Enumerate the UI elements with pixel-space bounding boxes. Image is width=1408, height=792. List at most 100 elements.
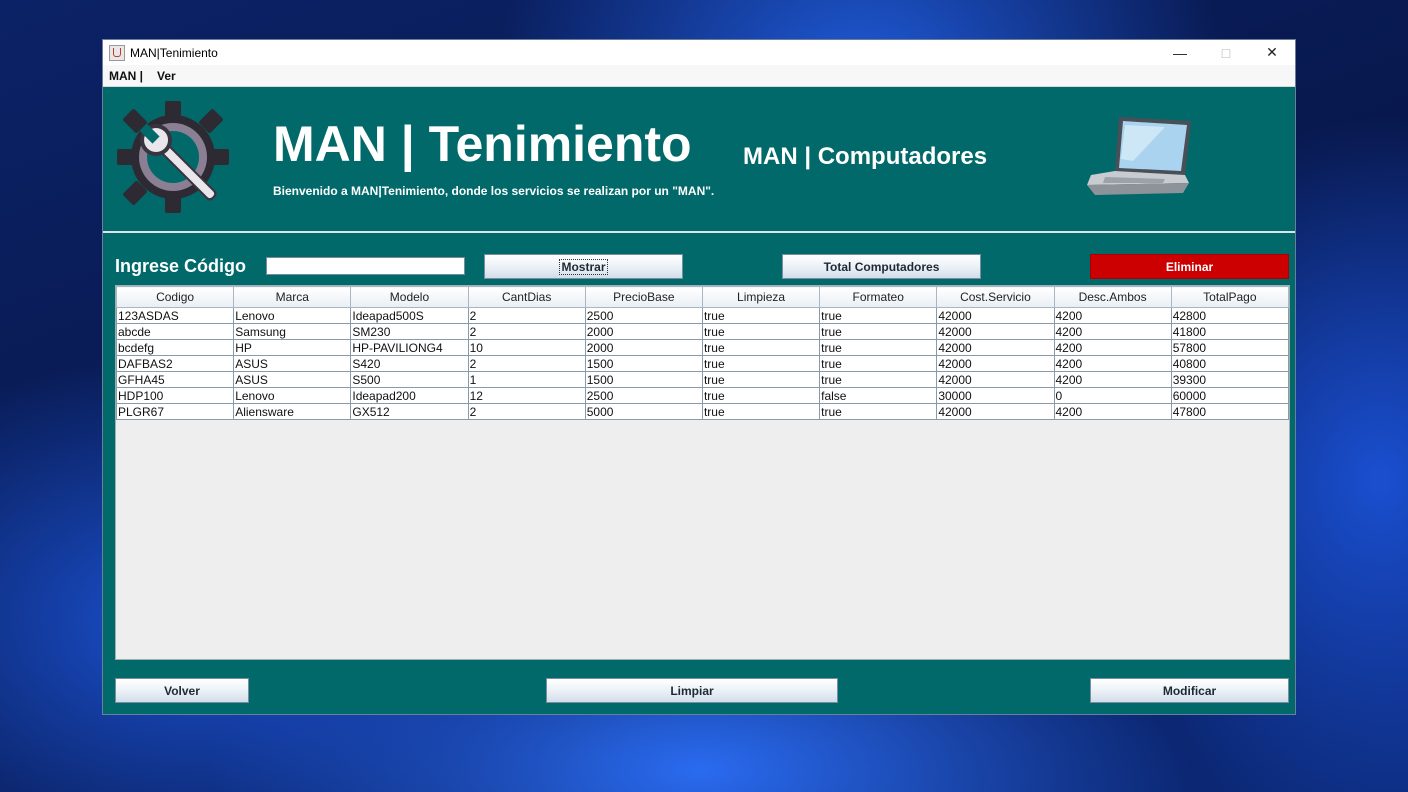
limpiar-button[interactable]: Limpiar xyxy=(546,678,838,703)
column-header[interactable]: Limpieza xyxy=(701,286,821,308)
eliminar-button[interactable]: Eliminar xyxy=(1090,254,1289,279)
table-cell[interactable]: 123ASDAS xyxy=(116,307,235,324)
column-header[interactable]: CantDias xyxy=(467,286,586,308)
table-row[interactable]: GFHA45 ASUS S500 1 1500 true true 42000 4200 3930… xyxy=(116,371,1289,388)
table-cell[interactable]: 42000 xyxy=(936,323,1055,340)
table-cell[interactable]: 1500 xyxy=(584,355,703,372)
table-cell[interactable]: 4200 xyxy=(1053,355,1172,372)
table-cell[interactable]: HP-PAVILIONG4 xyxy=(350,339,469,356)
table-row[interactable]: bcdefg HP HP-PAVILIONG4 10 2000 true true 42000… xyxy=(116,339,1289,356)
table-cell[interactable]: 47800 xyxy=(1170,403,1289,420)
modificar-button[interactable]: Modificar xyxy=(1090,678,1289,703)
table-cell[interactable]: bcdefg xyxy=(116,339,235,356)
column-header[interactable]: Formateo xyxy=(819,286,938,308)
maximize-button[interactable]: □ xyxy=(1203,40,1249,65)
computers-table[interactable]: Codigo Marca Modelo CantDias PrecioBase Limpi… xyxy=(115,285,1290,660)
table-cell[interactable]: S420 xyxy=(350,355,469,372)
table-cell[interactable]: HP xyxy=(233,339,352,356)
table-cell[interactable]: true xyxy=(701,403,821,420)
table-cell[interactable]: 4200 xyxy=(1053,371,1172,388)
table-cell[interactable]: Samsung xyxy=(233,323,352,340)
table-cell[interactable]: true xyxy=(701,371,821,388)
table-cell[interactable]: 42000 xyxy=(936,339,1055,356)
table-cell[interactable]: S500 xyxy=(350,371,469,388)
table-cell[interactable]: true xyxy=(701,387,821,404)
table-row[interactable]: DAFBAS2 ASUS S420 2 1500 true true 42000 4200 408… xyxy=(116,355,1289,372)
table-cell[interactable]: 42000 xyxy=(936,307,1055,324)
column-header[interactable]: Modelo xyxy=(350,286,469,308)
table-cell[interactable]: PLGR67 xyxy=(116,403,235,420)
table-cell[interactable]: abcde xyxy=(116,323,235,340)
table-cell[interactable]: true xyxy=(819,403,938,420)
table-cell[interactable]: 2 xyxy=(467,307,586,324)
column-header[interactable]: TotalPago xyxy=(1170,286,1289,308)
table-cell[interactable]: 2500 xyxy=(584,307,703,324)
table-cell[interactable]: ASUS xyxy=(233,371,352,388)
table-cell[interactable]: Lenovo xyxy=(233,307,352,324)
table-cell[interactable]: DAFBAS2 xyxy=(116,355,235,372)
table-cell[interactable]: 39300 xyxy=(1170,371,1289,388)
table-row[interactable]: HDP100 Lenovo Ideapad200 12 2500 true false 300… xyxy=(116,387,1289,404)
table-cell[interactable]: 42000 xyxy=(936,403,1055,420)
table-row[interactable]: 123ASDAS Lenovo Ideapad500S 2 2500 true true 42… xyxy=(116,307,1289,324)
table-row[interactable]: abcde Samsung SM230 2 2000 true true 42000 4200 4… xyxy=(116,323,1289,340)
table-cell[interactable]: SM230 xyxy=(350,323,469,340)
table-cell[interactable]: 30000 xyxy=(936,387,1055,404)
menu-ver[interactable]: Ver xyxy=(157,69,176,83)
table-cell[interactable]: 2 xyxy=(467,323,586,340)
table-cell[interactable]: 42000 xyxy=(936,355,1055,372)
table-cell[interactable]: 42800 xyxy=(1170,307,1289,324)
table-cell[interactable]: 10 xyxy=(467,339,586,356)
table-cell[interactable]: 1500 xyxy=(584,371,703,388)
table-cell[interactable]: true xyxy=(819,339,938,356)
table-cell[interactable]: true xyxy=(819,371,938,388)
column-header[interactable]: Desc.Ambos xyxy=(1053,286,1172,308)
table-cell[interactable]: 4200 xyxy=(1053,307,1172,324)
table-cell[interactable]: ASUS xyxy=(233,355,352,372)
close-button[interactable]: ✕ xyxy=(1249,40,1295,65)
table-cell[interactable]: Ideapad200 xyxy=(350,387,469,404)
table-cell[interactable]: 4200 xyxy=(1053,403,1172,420)
table-cell[interactable]: 0 xyxy=(1053,387,1172,404)
table-cell[interactable]: true xyxy=(701,355,821,372)
table-cell[interactable]: 2 xyxy=(467,355,586,372)
table-cell[interactable]: 42000 xyxy=(936,371,1055,388)
code-input[interactable] xyxy=(266,257,465,275)
table-cell[interactable]: GX512 xyxy=(350,403,469,420)
total-computadores-button[interactable]: Total Computadores xyxy=(782,254,981,279)
table-cell[interactable]: GFHA45 xyxy=(116,371,235,388)
mostrar-button[interactable]: Mostrar xyxy=(484,254,683,279)
table-cell[interactable]: 2 xyxy=(467,403,586,420)
table-cell[interactable]: 5000 xyxy=(584,403,703,420)
table-cell[interactable]: false xyxy=(819,387,938,404)
table-cell[interactable]: true xyxy=(701,307,821,324)
column-header[interactable]: PrecioBase xyxy=(584,286,703,308)
menu-man[interactable]: MAN | xyxy=(109,69,143,83)
table-cell[interactable]: 12 xyxy=(467,387,586,404)
column-header[interactable]: Cost.Servicio xyxy=(936,286,1055,308)
volver-button[interactable]: Volver xyxy=(115,678,249,703)
table-cell[interactable]: 60000 xyxy=(1170,387,1289,404)
table-cell[interactable]: 2500 xyxy=(584,387,703,404)
table-cell[interactable]: true xyxy=(819,307,938,324)
table-cell[interactable]: 41800 xyxy=(1170,323,1289,340)
table-cell[interactable]: 1 xyxy=(467,371,586,388)
table-cell[interactable]: Aliensware xyxy=(233,403,352,420)
table-cell[interactable]: true xyxy=(701,323,821,340)
minimize-button[interactable]: — xyxy=(1157,40,1203,65)
table-cell[interactable]: true xyxy=(819,355,938,372)
table-cell[interactable]: HDP100 xyxy=(116,387,235,404)
table-cell[interactable]: 57800 xyxy=(1170,339,1289,356)
table-cell[interactable]: 2000 xyxy=(584,339,703,356)
table-cell[interactable]: 2000 xyxy=(584,323,703,340)
table-cell[interactable]: Lenovo xyxy=(233,387,352,404)
table-cell[interactable]: 4200 xyxy=(1053,339,1172,356)
column-header[interactable]: Marca xyxy=(233,286,352,308)
table-cell[interactable]: Ideapad500S xyxy=(350,307,469,324)
table-cell[interactable]: 4200 xyxy=(1053,323,1172,340)
table-cell[interactable]: true xyxy=(819,323,938,340)
table-row[interactable]: PLGR67 Aliensware GX512 2 5000 true true 42000 4… xyxy=(116,403,1289,420)
table-cell[interactable]: 40800 xyxy=(1170,355,1289,372)
table-cell[interactable]: true xyxy=(701,339,821,356)
column-header[interactable]: Codigo xyxy=(116,286,235,308)
